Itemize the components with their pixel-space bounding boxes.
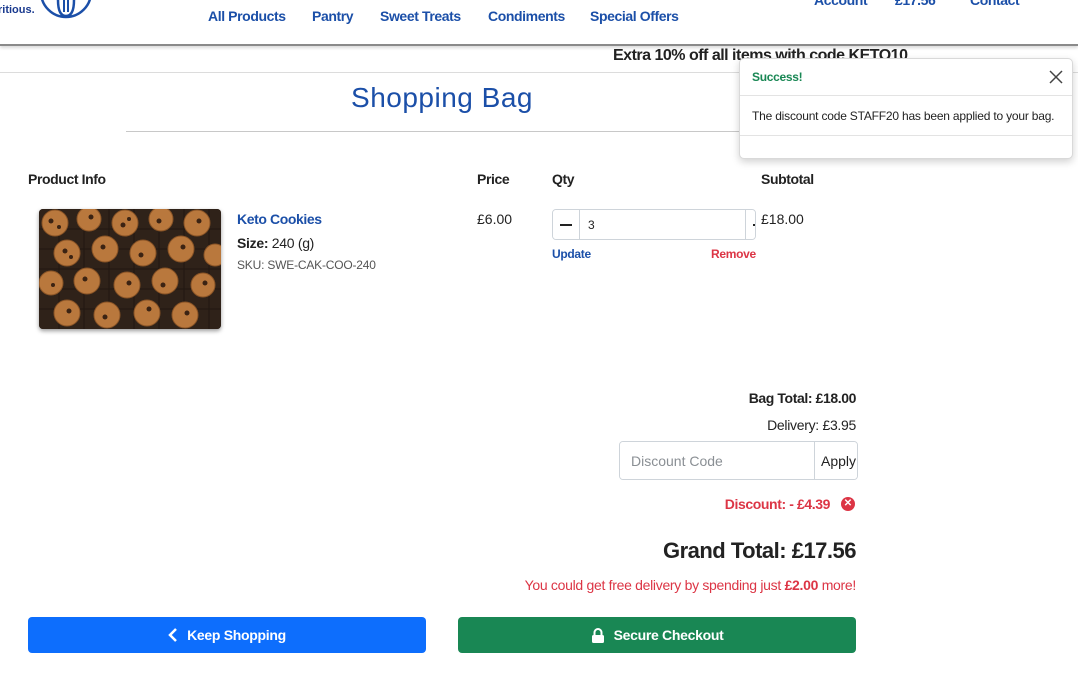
cookies-image [39,209,221,329]
header-price: Price [477,171,510,187]
chevron-left-icon [168,628,177,642]
apply-discount-button[interactable]: Apply [814,442,857,479]
plus-icon [753,223,755,226]
toast-title: Success! [752,70,803,84]
remove-link[interactable]: Remove [711,247,756,261]
delivery-cost: Delivery: £3.95 [767,417,856,433]
page-title: Shopping Bag [351,82,533,113]
logo-tagline: ritious. [0,4,35,16]
keep-shopping-button[interactable]: Keep Shopping [28,617,426,653]
header-qty: Qty [552,171,575,187]
discount-amount: Discount: - £4.39 [724,496,831,512]
keep-shopping-label: Keep Shopping [187,627,286,643]
quantity-input[interactable] [580,210,745,239]
nav-special-offers[interactable]: Special Offers [590,8,679,24]
free-delivery-prefix: You could get free delivery by spending … [524,577,785,593]
nav-pantry[interactable]: Pantry [312,8,354,24]
success-toast: Success! The discount code STAFF20 has b… [739,58,1073,159]
toast-divider [740,135,1072,136]
discount-code-input[interactable] [620,442,814,479]
decrement-button[interactable] [553,210,580,239]
grand-total: Grand Total: £17.56 [662,538,857,563]
update-link[interactable]: Update [552,247,591,261]
site-header: ritious. All Products Pantry Sweet Treat… [0,0,1078,46]
item-price: £6.00 [477,211,513,227]
remove-discount-icon[interactable]: ✕ [841,497,855,511]
bag-total-link[interactable]: £17.56 [895,0,936,8]
size-value: 240 (g) [271,235,315,251]
contact-link[interactable]: Contact [970,0,1020,8]
product-sku: SKU: SWE-CAK-COO-240 [237,258,376,272]
free-delivery-suffix: more! [818,577,857,593]
header-product-info: Product Info [28,171,106,187]
nav-condiments[interactable]: Condiments [488,8,565,24]
secure-checkout-label: Secure Checkout [613,627,724,643]
minus-icon [560,223,572,226]
account-link[interactable]: Account [814,0,868,8]
discount-form: Apply [619,441,858,480]
increment-button[interactable] [745,210,755,239]
header-subtotal: Subtotal [761,171,814,187]
free-delivery-message: You could get free delivery by spending … [524,577,857,593]
lock-icon [591,627,604,643]
secure-checkout-button[interactable]: Secure Checkout [458,617,856,653]
product-name-link[interactable]: Keto Cookies [237,211,322,227]
free-delivery-amount: £2.00 [784,577,819,593]
toast-header: Success! [740,59,1072,96]
logo-icon[interactable] [40,0,92,22]
bag-total: Bag Total: £18.00 [748,390,857,406]
size-label: Size: [237,235,269,251]
product-image[interactable] [39,209,221,329]
toast-message: The discount code STAFF20 has been appli… [752,109,1055,123]
quantity-stepper [552,209,756,240]
item-subtotal: £18.00 [761,211,804,227]
product-size: Size: 240 (g) [237,235,314,251]
title-divider [126,131,758,132]
nav-all-products[interactable]: All Products [208,8,286,24]
close-icon[interactable] [1048,69,1064,85]
nav-sweet-treats[interactable]: Sweet Treats [380,8,461,24]
